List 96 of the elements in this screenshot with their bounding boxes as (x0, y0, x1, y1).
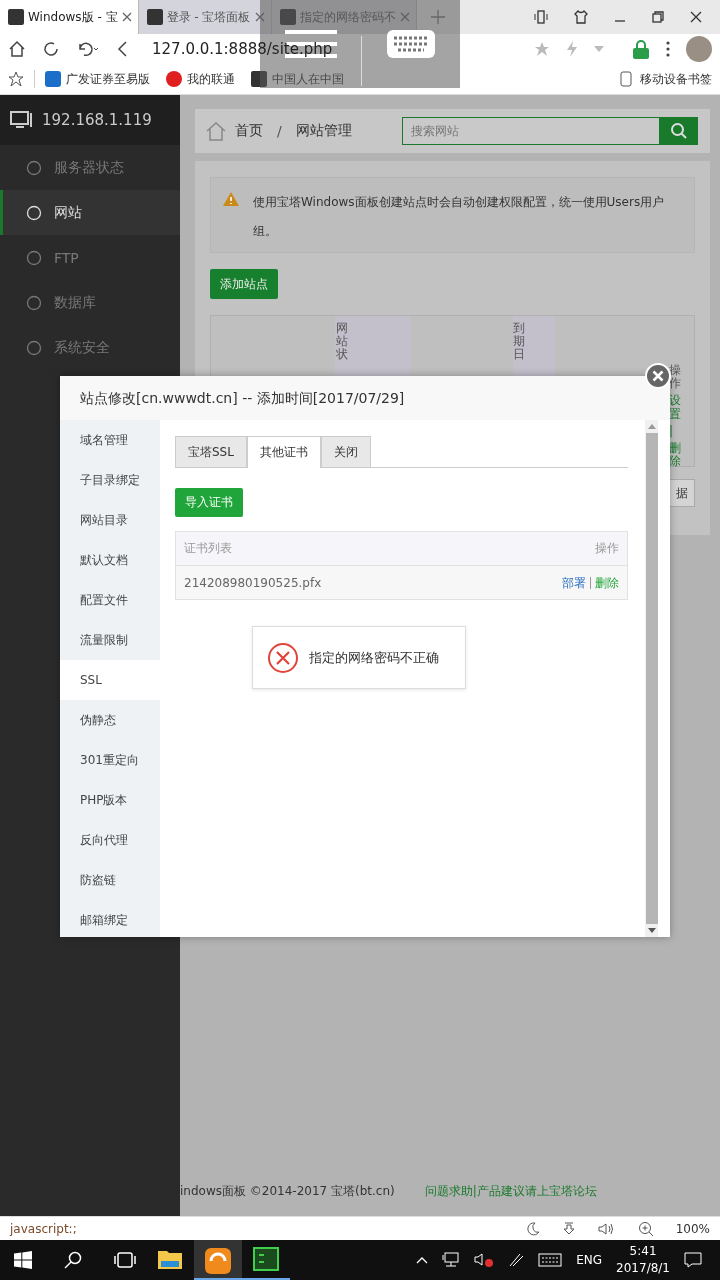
breadcrumb-separator: / (277, 123, 282, 139)
bookmark-favicon-icon (166, 71, 182, 87)
dialog-nav-item[interactable]: 伪静态 (60, 700, 160, 740)
dialog-title: 站点修改[cn.wwwdt.cn] -- 添加时间[2017/07/29] (60, 376, 670, 420)
bookmark[interactable]: 中国人在中国 (251, 70, 344, 88)
speaker-icon[interactable] (597, 1221, 616, 1236)
circle-icon (26, 159, 42, 176)
scrollbar[interactable] (645, 420, 658, 937)
windows-start-icon[interactable] (14, 1251, 32, 1269)
column-header: 操作 (669, 362, 681, 391)
dialog-nav-item[interactable]: 网站目录 (60, 500, 160, 540)
lock-icon[interactable] (632, 39, 650, 59)
network-icon[interactable] (442, 1252, 461, 1268)
dialog-tab[interactable]: 关闭 (320, 436, 371, 467)
zoom-level[interactable]: 100% (675, 1221, 710, 1236)
notice-text: 使用宝塔Windows面板创建站点时会自动创建权限配置，统一使用Users用户组。 (253, 194, 666, 240)
star-icon[interactable] (534, 41, 550, 57)
notification-icon[interactable] (684, 1252, 702, 1268)
circle-icon (26, 204, 42, 221)
phone-icon (620, 71, 632, 87)
toast-message: 指定的网络密码不正确 (309, 648, 439, 667)
column-header: 网站状 (336, 320, 348, 362)
home-icon[interactable] (8, 40, 26, 58)
keyboard-icon[interactable] (385, 29, 436, 59)
tab-favicon-icon (146, 9, 163, 25)
tab-favicon-icon (8, 9, 24, 25)
more-icon[interactable] (666, 41, 670, 57)
dialog-nav-item[interactable]: SSL (60, 660, 160, 700)
breadcrumb-link[interactable]: 首页 (235, 122, 263, 140)
dialog-nav-item[interactable]: 流量限制 (60, 620, 160, 660)
dialog-nav-item[interactable]: 子目录绑定 (60, 460, 160, 500)
action-separator: | (669, 422, 675, 438)
pen-icon[interactable] (508, 1252, 525, 1268)
avatar-icon[interactable] (686, 36, 712, 62)
circle-icon (26, 249, 42, 266)
bookmark-favicon-icon (251, 71, 267, 87)
dialog-nav-item[interactable]: PHP版本 (60, 780, 160, 820)
dialog-nav-item[interactable]: 邮箱绑定 (60, 900, 160, 940)
sidebar-item[interactable]: 网站 (0, 190, 180, 235)
monitor-icon (10, 111, 34, 129)
column-header: 证书列表 (184, 540, 232, 557)
search-icon (670, 122, 688, 140)
search-field[interactable]: 搜索网站 (402, 117, 660, 145)
dialog-nav-item[interactable]: 301重定向 (60, 740, 160, 780)
search-icon[interactable] (64, 1251, 82, 1269)
moon-icon[interactable] (525, 1221, 540, 1236)
clock[interactable]: 5:41 2017/8/1 (616, 1243, 670, 1277)
zoom-icon[interactable] (637, 1220, 654, 1237)
chevron-up-icon[interactable] (416, 1256, 429, 1264)
error-icon (267, 641, 299, 674)
shirt-icon[interactable] (574, 10, 588, 24)
dialog-nav-item[interactable]: 防盗链 (60, 860, 160, 900)
bookmark[interactable]: 广发证券至易版 (45, 70, 150, 88)
copyright-text: indows面板 ©2014-2017 宝塔(bt.cn) (180, 1182, 395, 1200)
folder-icon[interactable] (158, 1249, 182, 1269)
column-header: 操作 (595, 540, 619, 557)
phone-icon[interactable] (534, 10, 548, 24)
table-cell: 214208980190525.pfx (184, 575, 322, 590)
download-icon[interactable] (561, 1221, 576, 1236)
search-button[interactable] (660, 117, 698, 145)
star-icon[interactable] (8, 71, 24, 87)
undo-icon[interactable] (76, 40, 100, 58)
action-link[interactable]: 部署 (558, 576, 586, 589)
bookmark-favicon-icon (45, 71, 61, 87)
dialog-nav-item[interactable]: 默认文档 (60, 540, 160, 580)
input-language[interactable]: ENG (576, 1253, 603, 1267)
warning-icon (223, 192, 239, 206)
muted-speaker-icon[interactable] (474, 1252, 495, 1268)
dialog-nav-item[interactable]: 域名管理 (60, 420, 160, 460)
address-field[interactable]: 127.0.0.1:8888/site.php (146, 40, 518, 58)
dialog-tab[interactable]: 其他证书 (246, 436, 321, 468)
scroll-down-icon[interactable] (647, 928, 656, 933)
host-address: 192.168.1.119 (42, 111, 152, 129)
browser-tab[interactable]: 登录 - 宝塔面板 (138, 0, 272, 34)
status-url: javascript:; (10, 1221, 77, 1236)
browser-tab[interactable]: Windows版 - 宝 (0, 0, 139, 34)
back-icon[interactable] (116, 40, 130, 58)
dialog-tab[interactable]: 宝塔SSL (175, 436, 247, 467)
browser-app-icon[interactable] (205, 1248, 231, 1274)
refresh-icon[interactable] (42, 40, 60, 58)
circle-icon (26, 339, 42, 356)
close-icon[interactable] (690, 11, 702, 23)
terminal-app-icon[interactable] (253, 1247, 279, 1271)
keyboard-icon[interactable] (538, 1253, 563, 1267)
restore-icon[interactable] (652, 11, 664, 23)
add-site-button[interactable]: 添加站点 (210, 269, 278, 299)
circle-icon (26, 294, 42, 311)
tab-favicon-icon (279, 9, 296, 25)
task-view-icon[interactable] (114, 1252, 136, 1268)
close-icon[interactable] (121, 12, 132, 22)
bookmark[interactable]: 我的联通 (166, 70, 235, 88)
dialog-nav-item[interactable]: 反向代理 (60, 820, 160, 860)
breadcrumb-current: 网站管理 (295, 122, 352, 140)
bookmark[interactable]: 移动设备书签 (620, 70, 712, 88)
dialog-nav-item[interactable]: 配置文件 (60, 580, 160, 620)
column-header: 到期日 (513, 320, 525, 362)
